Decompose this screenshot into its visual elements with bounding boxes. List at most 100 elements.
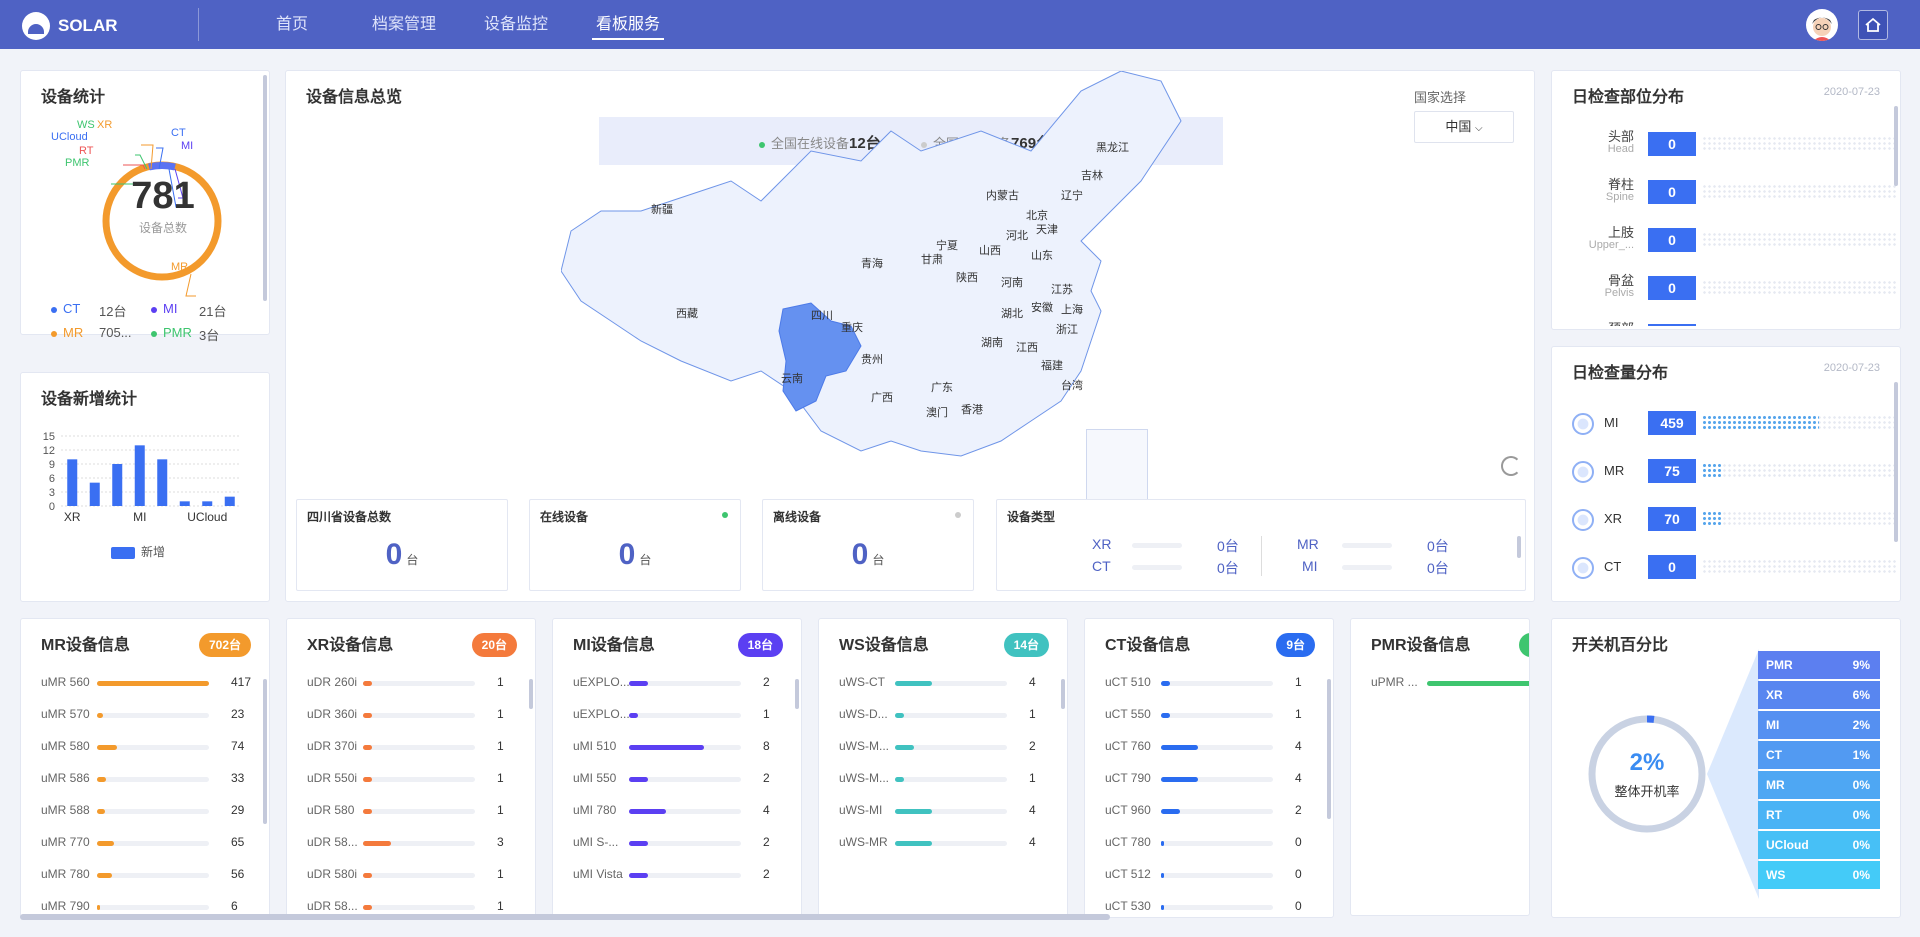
device-model-row[interactable]: uMR 586 33: [41, 771, 251, 797]
card-scrollbar[interactable]: [1061, 679, 1065, 709]
province-label-20[interactable]: 安徽: [1031, 300, 1053, 314]
new-stats-bar[interactable]: [89, 482, 100, 506]
device-model-row[interactable]: uWS-D... 1: [839, 707, 1049, 733]
device-model-row[interactable]: uMR 560 417: [41, 675, 251, 701]
model-name: uWS-M...: [839, 739, 889, 753]
device-model-row[interactable]: uMI S-... 2: [573, 835, 783, 861]
type-scrollbar[interactable]: [1517, 536, 1521, 558]
device-model-row[interactable]: uMI 510 8: [573, 739, 783, 765]
device-model-row[interactable]: uDR 550i 1: [307, 771, 517, 797]
china-map[interactable]: 黑龙江吉林辽宁 内蒙古新疆 北京天津河北宁夏 山西 山东青海 甘肃陕西 河南江苏西藏 四川重庆…: [561, 71, 1201, 491]
device-model-row[interactable]: uPMR ...: [1371, 675, 1529, 701]
device-model-row[interactable]: uMI Vista 2: [573, 867, 783, 893]
device-model-row[interactable]: uWS-M... 1: [839, 771, 1049, 797]
device-model-row[interactable]: uDR 580i 1: [307, 867, 517, 893]
card-scrollbar[interactable]: [795, 679, 799, 709]
device-model-row[interactable]: uEXPLO... 1: [573, 707, 783, 733]
model-bar-fill: [97, 713, 104, 718]
province-label-3[interactable]: 内蒙古: [986, 188, 1019, 202]
device-model-row[interactable]: uMR 588 29: [41, 803, 251, 829]
new-stats-bar[interactable]: [112, 464, 123, 506]
province-label-22[interactable]: 浙江: [1056, 323, 1078, 336]
device-model-row[interactable]: uCT 512 0: [1105, 867, 1315, 893]
province-label-16[interactable]: 西藏: [676, 307, 698, 320]
device-model-row[interactable]: uCT 510 1: [1105, 675, 1315, 701]
device-model-row[interactable]: uDR 260i 1: [307, 675, 517, 701]
horizontal-scrollbar[interactable]: [20, 914, 1110, 920]
device-model-row[interactable]: uDR 58... 3: [307, 835, 517, 861]
province-label-24[interactable]: 湖南: [981, 336, 1003, 349]
new-stats-bar[interactable]: [202, 501, 213, 506]
province-label-17[interactable]: 四川: [811, 310, 833, 322]
device-model-row[interactable]: uEXPLO... 2: [573, 675, 783, 701]
province-label-28[interactable]: 广西: [871, 391, 893, 404]
card-scrollbar[interactable]: [1327, 679, 1331, 819]
province-label-31[interactable]: 香港: [961, 403, 983, 416]
country-select[interactable]: 中国 ⌵: [1414, 111, 1514, 143]
province-label-27[interactable]: 云南: [781, 372, 803, 385]
device-model-row[interactable]: uWS-MR 4: [839, 835, 1049, 861]
card-scrollbar[interactable]: [529, 679, 533, 709]
province-label-9[interactable]: 山西: [979, 244, 1001, 257]
device-model-row[interactable]: uMI 780 4: [573, 803, 783, 829]
device-model-row[interactable]: uCT 960 2: [1105, 803, 1315, 829]
stats-scrollbar[interactable]: [263, 75, 267, 301]
province-label-12[interactable]: 甘肃: [921, 253, 943, 266]
device-model-row[interactable]: uWS-MI 4: [839, 803, 1049, 829]
part-scrollbar[interactable]: [1894, 106, 1898, 186]
province-label-21[interactable]: 上海: [1061, 302, 1083, 316]
main-nav: 首页 档案管理 设备监控 看板服务: [236, 0, 684, 49]
device-model-row[interactable]: uWS-CT 4: [839, 675, 1049, 701]
device-model-row[interactable]: uWS-M... 2: [839, 739, 1049, 765]
device-model-row[interactable]: uDR 360i 1: [307, 707, 517, 733]
user-avatar[interactable]: [1806, 9, 1838, 41]
province-label-30[interactable]: 台湾: [1061, 378, 1083, 392]
nav-dashboard[interactable]: 看板服务: [572, 0, 684, 49]
nav-archive[interactable]: 档案管理: [348, 0, 460, 49]
province-label-32[interactable]: 澳门: [926, 405, 948, 419]
province-label-25[interactable]: 江西: [1016, 341, 1038, 354]
province-label-19[interactable]: 湖北: [1001, 307, 1023, 320]
province-label-15[interactable]: 江苏: [1051, 283, 1073, 296]
new-stats-bar[interactable]: [179, 501, 190, 506]
province-label-26[interactable]: 福建: [1041, 358, 1063, 372]
nav-home[interactable]: 首页: [236, 0, 348, 49]
new-stats-bar[interactable]: [134, 445, 145, 506]
province-label-18[interactable]: 重庆: [841, 320, 863, 334]
province-label-6[interactable]: 天津: [1036, 223, 1058, 236]
device-model-row[interactable]: uMR 770 65: [41, 835, 251, 861]
province-label-10[interactable]: 山东: [1031, 249, 1053, 262]
province-label-4[interactable]: 新疆: [651, 202, 673, 216]
nav-monitor[interactable]: 设备监控: [460, 0, 572, 49]
new-stats-bar[interactable]: [224, 496, 235, 506]
province-label-23[interactable]: 贵州: [861, 353, 883, 366]
province-label-0[interactable]: 黑龙江: [1096, 141, 1129, 154]
device-model-row[interactable]: uMR 580 74: [41, 739, 251, 765]
card-scrollbar[interactable]: [263, 679, 267, 824]
device-model-row[interactable]: uCT 760 4: [1105, 739, 1315, 765]
device-model-row[interactable]: uMI 550 2: [573, 771, 783, 797]
province-label-8[interactable]: 宁夏: [936, 238, 958, 252]
province-label-13[interactable]: 陕西: [956, 270, 978, 284]
brand-logo[interactable]: SOLAR: [22, 12, 118, 40]
province-label-2[interactable]: 辽宁: [1061, 188, 1083, 202]
volume-scrollbar[interactable]: [1894, 382, 1898, 542]
province-label-7[interactable]: 河北: [1006, 229, 1028, 242]
new-stats-bar[interactable]: [157, 459, 168, 506]
device-model-row[interactable]: uCT 530 0: [1105, 899, 1315, 917]
refresh-icon[interactable]: [1501, 456, 1521, 476]
province-label-1[interactable]: 吉林: [1081, 168, 1103, 182]
device-model-row[interactable]: uCT 780 0: [1105, 835, 1315, 861]
device-model-row[interactable]: uCT 790 4: [1105, 771, 1315, 797]
device-model-row[interactable]: uMR 570 23: [41, 707, 251, 733]
device-model-row[interactable]: uMR 780 56: [41, 867, 251, 893]
home-icon[interactable]: [1858, 10, 1888, 40]
device-model-row[interactable]: uCT 550 1: [1105, 707, 1315, 733]
province-label-11[interactable]: 青海: [861, 256, 883, 270]
province-label-29[interactable]: 广东: [931, 381, 953, 394]
new-stats-bar[interactable]: [67, 459, 78, 506]
province-label-14[interactable]: 河南: [1001, 276, 1023, 289]
device-model-row[interactable]: uDR 370i 1: [307, 739, 517, 765]
device-model-row[interactable]: uDR 580 1: [307, 803, 517, 829]
province-label-5[interactable]: 北京: [1026, 208, 1048, 222]
